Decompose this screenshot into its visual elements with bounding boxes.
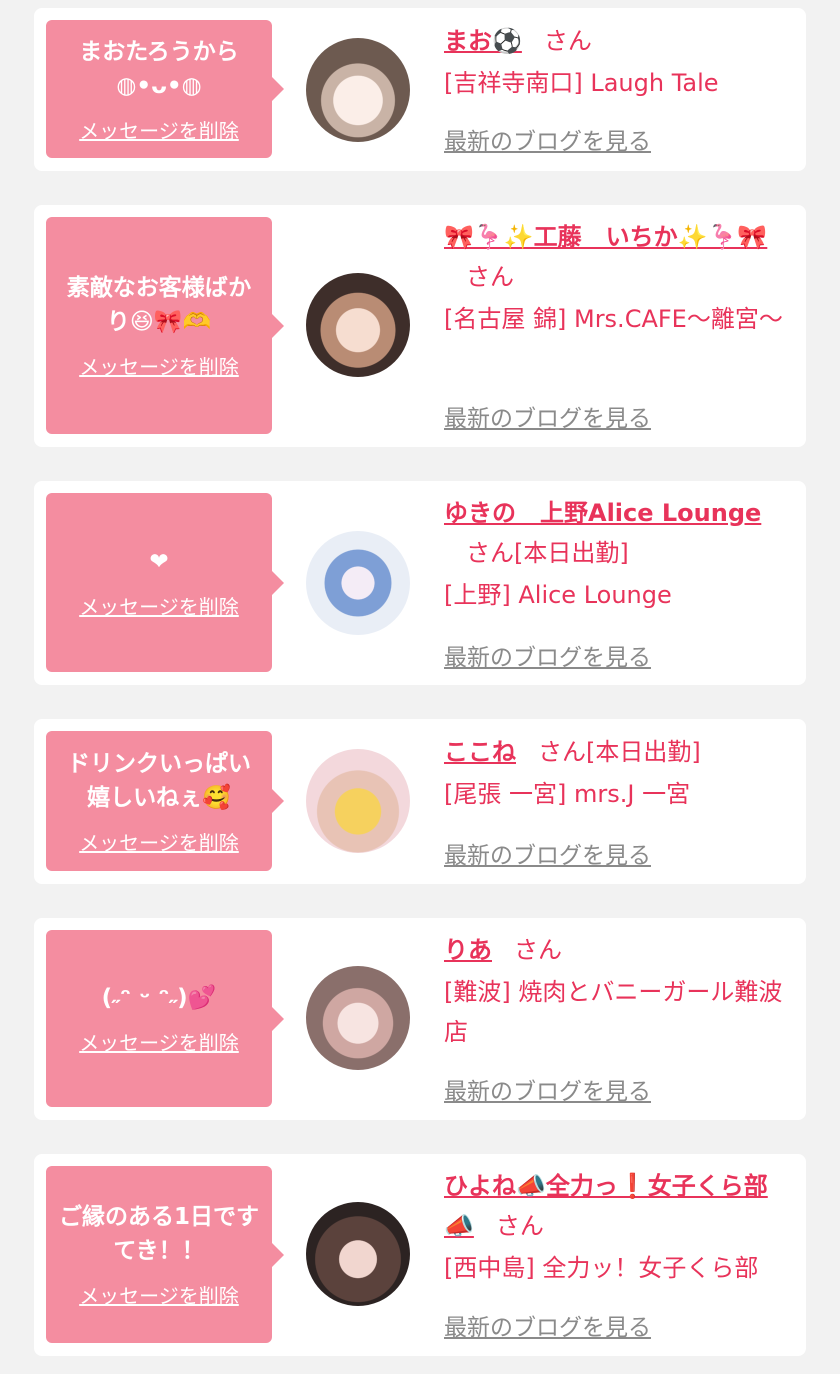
message-text: ❤ bbox=[149, 549, 169, 575]
sender-info: ゆきの 上野Alice Lounge さん[本日出勤] [上野] Alice Lo… bbox=[444, 493, 794, 615]
avatar[interactable] bbox=[306, 966, 410, 1070]
latest-blog-link[interactable]: 最新のブログを見る bbox=[444, 1308, 651, 1342]
avatar[interactable] bbox=[306, 1202, 410, 1306]
sender-name-link[interactable]: ゆきの 上野Alice Lounge bbox=[444, 499, 761, 527]
sender-name-link[interactable]: ひよね📣全力っ❗女子くら部📣 bbox=[444, 1172, 768, 1240]
avatar[interactable] bbox=[306, 38, 410, 142]
message-text: ご縁のある1日ですてき！！ bbox=[58, 1204, 259, 1264]
sender-info: ひよね📣全力っ❗女子くら部📣 さん [西中島] 全力ッ！女子くら部 bbox=[444, 1166, 794, 1288]
delete-message-link[interactable]: メッセージを削除 bbox=[79, 827, 239, 856]
latest-blog-link[interactable]: 最新のブログを見る bbox=[444, 122, 651, 156]
message-card: まおたろうから ◍•ᴗ•◍ メッセージを削除 まお⚽ さん [吉祥寺南口] Lau… bbox=[34, 8, 806, 171]
message-bubble: まおたろうから ◍•ᴗ•◍ メッセージを削除 bbox=[46, 20, 284, 158]
sender-name-link[interactable]: ここね bbox=[444, 738, 516, 766]
latest-blog-link[interactable]: 最新のブログを見る bbox=[444, 836, 651, 870]
shop-name: [名古屋 錦] Mrs.CAFE〜離宮〜 bbox=[444, 305, 783, 333]
delete-message-link[interactable]: メッセージを削除 bbox=[79, 591, 239, 620]
latest-blog-link[interactable]: 最新のブログを見る bbox=[444, 638, 651, 672]
message-bubble: ❤ メッセージを削除 bbox=[46, 493, 284, 672]
message-text: 素敵なお客様ばかり😆🎀🫶 bbox=[66, 275, 252, 335]
sender-info: ここね さん[本日出勤] [尾張 一宮] mrs.J 一宮 bbox=[444, 732, 794, 814]
message-text: (˶ᵔ ᵕ ᵔ˶)💕 bbox=[101, 985, 217, 1011]
sender-info: りあ さん [難波] 焼肉とバニーガール難波店 bbox=[444, 930, 794, 1052]
message-card: ❤ メッセージを削除 ゆきの 上野Alice Lounge さん[本日出勤] [上… bbox=[34, 481, 806, 685]
delete-message-link[interactable]: メッセージを削除 bbox=[79, 115, 239, 144]
sender-suffix: さん[本日出勤] bbox=[538, 738, 701, 766]
sender-suffix: さん bbox=[495, 1212, 544, 1240]
message-bubble: 素敵なお客様ばかり😆🎀🫶 メッセージを削除 bbox=[46, 217, 284, 434]
shop-name: [尾張 一宮] mrs.J 一宮 bbox=[444, 780, 691, 808]
sender-name-link[interactable]: りあ bbox=[444, 936, 492, 964]
message-text: ドリンクいっぱい嬉しいねぇ🥰 bbox=[67, 750, 251, 811]
avatar[interactable] bbox=[306, 273, 410, 377]
sender-suffix: さん[本日出勤] bbox=[466, 539, 629, 567]
message-bubble: ご縁のある1日ですてき！！ メッセージを削除 bbox=[46, 1166, 284, 1343]
message-bubble: (˶ᵔ ᵕ ᵔ˶)💕 メッセージを削除 bbox=[46, 930, 284, 1107]
delete-message-link[interactable]: メッセージを削除 bbox=[79, 1027, 239, 1056]
sender-info: 🎀🦩✨工藤 いちか✨🦩🎀 さん [名古屋 錦] Mrs.CAFE〜離宮〜 bbox=[444, 217, 794, 339]
delete-message-link[interactable]: メッセージを削除 bbox=[79, 1280, 239, 1309]
message-card: 素敵なお客様ばかり😆🎀🫶 メッセージを削除 🎀🦩✨工藤 いちか✨🦩🎀 さん [名古… bbox=[34, 205, 806, 447]
shop-name: [上野] Alice Lounge bbox=[444, 581, 672, 609]
sender-suffix: さん bbox=[543, 27, 592, 55]
message-card: ご縁のある1日ですてき！！ メッセージを削除 ひよね📣全力っ❗女子くら部📣 さん … bbox=[34, 1154, 806, 1356]
avatar[interactable] bbox=[306, 531, 410, 635]
avatar[interactable] bbox=[306, 749, 410, 853]
delete-message-link[interactable]: メッセージを削除 bbox=[79, 351, 239, 380]
latest-blog-link[interactable]: 最新のブログを見る bbox=[444, 1072, 651, 1106]
sender-name-link[interactable]: まお⚽ bbox=[444, 27, 522, 55]
latest-blog-link[interactable]: 最新のブログを見る bbox=[444, 399, 651, 433]
sender-info: まお⚽ さん [吉祥寺南口] Laugh Tale bbox=[444, 21, 794, 103]
message-card: (˶ᵔ ᵕ ᵔ˶)💕 メッセージを削除 りあ さん [難波] 焼肉とバニーガール難… bbox=[34, 918, 806, 1120]
message-bubble: ドリンクいっぱい嬉しいねぇ🥰 メッセージを削除 bbox=[46, 731, 284, 871]
message-card: ドリンクいっぱい嬉しいねぇ🥰 メッセージを削除 ここね さん[本日出勤] [尾張 … bbox=[34, 719, 806, 884]
shop-name: [難波] 焼肉とバニーガール難波店 bbox=[444, 978, 783, 1046]
sender-name-link[interactable]: 🎀🦩✨工藤 いちか✨🦩🎀 bbox=[444, 223, 767, 251]
sender-suffix: さん bbox=[466, 263, 514, 291]
message-text: まおたろうから ◍•ᴗ•◍ bbox=[79, 38, 239, 99]
sender-suffix: さん bbox=[514, 936, 562, 964]
shop-name: [西中島] 全力ッ！女子くら部 bbox=[444, 1254, 759, 1282]
shop-name: [吉祥寺南口] Laugh Tale bbox=[444, 69, 719, 97]
